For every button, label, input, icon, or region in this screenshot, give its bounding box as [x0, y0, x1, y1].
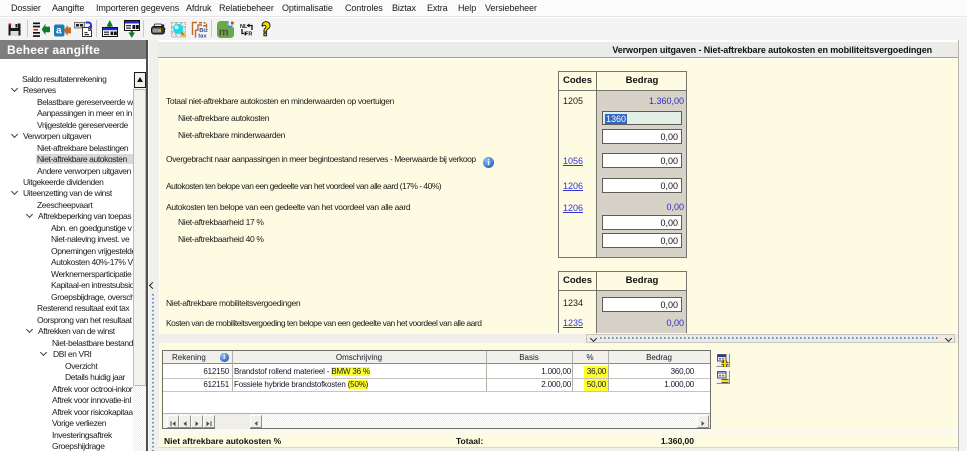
svg-text:NL: NL — [240, 24, 248, 30]
svg-text:tax: tax — [198, 34, 207, 38]
svg-text:m: m — [219, 27, 229, 39]
